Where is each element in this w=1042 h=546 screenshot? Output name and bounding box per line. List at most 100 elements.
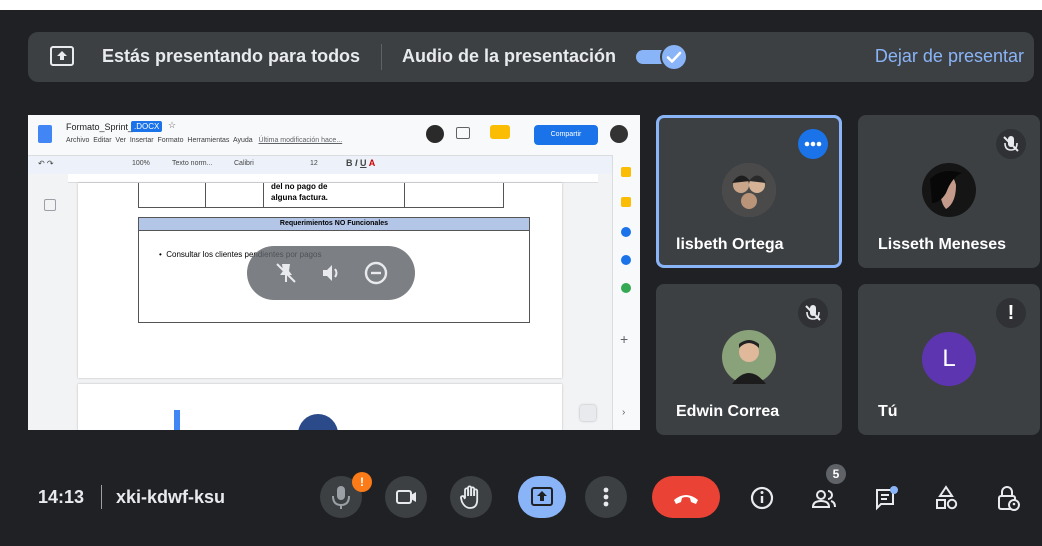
doc-extension-badge: .DOCX <box>131 121 163 132</box>
table-line <box>205 183 206 207</box>
calendar-icon <box>621 227 631 237</box>
participant-name: Lisseth Meneses <box>878 236 1007 253</box>
shared-screen: Formato_Sprint_1 .DOCX ☆ Archivo Editar … <box>28 115 640 430</box>
camera-button[interactable] <box>385 476 427 518</box>
mic-off-indicator <box>996 129 1026 159</box>
presenting-banner: Estás presentando para todos Audio de la… <box>28 32 1034 82</box>
unpin-icon[interactable] <box>273 260 299 286</box>
share-label: Compartir <box>550 131 582 138</box>
activities-icon <box>936 485 958 510</box>
avatar <box>722 163 776 217</box>
menu-ver: Ver <box>115 137 126 144</box>
stop-presenting-button[interactable]: Dejar de presentar <box>875 46 1024 67</box>
avatar-photo <box>722 330 776 384</box>
font-size-value: 12 <box>310 160 318 167</box>
menu-editar: Editar <box>93 137 112 144</box>
doc-side-panel: + › <box>612 155 640 430</box>
audio-toggle[interactable] <box>636 45 686 69</box>
keep-icon <box>621 167 631 177</box>
avatar-initial: L <box>942 345 956 372</box>
meeting-code: xki-kdwf-ksu <box>116 487 226 507</box>
hand-icon <box>460 485 479 509</box>
doc-share-button: Compartir <box>534 125 598 145</box>
cell-line-2: alguna factura. <box>271 193 328 202</box>
leave-call-button[interactable] <box>652 476 720 518</box>
explore-icon <box>580 405 596 421</box>
participant-tile-lisbeth[interactable]: lisbeth Ortega <box>656 115 842 268</box>
last-modified-link: Última modificación hace... <box>258 137 343 144</box>
contacts-icon <box>621 255 631 265</box>
star-icon: ☆ <box>168 120 177 130</box>
more-options-button[interactable] <box>798 129 828 159</box>
table-cell-text: del no pago de alguna factura. <box>271 181 328 203</box>
avatar: L <box>922 332 976 386</box>
doc-page-2 <box>78 384 562 430</box>
nf-header: Requerimientos NO Funcionales <box>138 217 530 231</box>
audio-label: Audio de la presentación <box>402 46 617 66</box>
raise-hand-button[interactable] <box>450 476 492 518</box>
undo-icon: ↶ ↷ <box>38 159 54 168</box>
font-value: Calibri <box>234 160 254 167</box>
tasks-icon <box>621 197 631 207</box>
participant-tile-self[interactable]: ! L Tú <box>858 284 1040 435</box>
time-divider <box>101 485 102 509</box>
avatar-photo <box>922 163 976 217</box>
participants-count-badge: 5 <box>826 464 846 484</box>
lock-person-icon <box>998 486 1020 511</box>
volume-icon <box>323 265 338 281</box>
more-horizontal-icon <box>804 141 822 147</box>
host-controls-button[interactable] <box>988 478 1028 518</box>
present-now-button[interactable] <box>518 476 566 518</box>
table-line <box>404 183 405 207</box>
remove-from-call-icon[interactable] <box>363 260 389 286</box>
menu-formato: Formato <box>157 137 184 144</box>
doc-title-bar: Formato_Sprint_1 .DOCX ☆ Archivo Editar … <box>28 115 640 155</box>
chat-icon <box>876 486 898 511</box>
alert-indicator[interactable]: ! <box>996 298 1026 328</box>
mic-alert-badge: ! <box>352 472 372 492</box>
alert-icon: ! <box>1007 302 1015 324</box>
table-line <box>263 183 264 207</box>
nf-table: Requerimientos NO Funcionales • Consulta… <box>138 217 530 389</box>
image-fragment-circle <box>298 414 338 430</box>
more-options-menu-button[interactable] <box>585 476 627 518</box>
menu-insertar: Insertar <box>129 137 154 144</box>
participant-name: Tú <box>878 403 898 420</box>
menu-ayuda: Ayuda <box>232 137 253 144</box>
participant-tile-edwin[interactable]: Edwin Correa <box>656 284 842 435</box>
chat-button[interactable] <box>866 478 906 518</box>
top-edge <box>0 0 1042 10</box>
mic-off-indicator <box>798 298 828 328</box>
hang-up-icon <box>674 495 698 504</box>
zoom-value: 100% <box>132 160 150 167</box>
avatar <box>922 163 976 217</box>
doc-table-fragment: del no pago de alguna factura. <box>138 181 504 208</box>
doc-toolbar: ↶ ↷ 100% Texto norm... Calibri 12 B I U … <box>28 155 624 174</box>
camera-icon <box>396 490 416 504</box>
menu-herramientas: Herramientas <box>187 137 230 144</box>
doc-user-avatar <box>610 125 628 143</box>
meeting-details-button[interactable] <box>742 478 782 518</box>
presenting-text: Estás presentando para todos <box>102 46 361 66</box>
menu-archivo: Archivo <box>66 137 90 144</box>
participants-button[interactable] <box>804 478 844 518</box>
avatar <box>722 330 776 384</box>
format-icons: B I U A <box>346 158 376 168</box>
activities-button[interactable] <box>926 478 966 518</box>
outline-icon <box>44 199 56 211</box>
doc-ruler <box>68 174 598 183</box>
mic-off-icon <box>1003 136 1019 152</box>
present-screen-icon <box>50 46 74 66</box>
style-value: Texto norm... <box>172 160 213 167</box>
check-icon <box>666 51 682 63</box>
participant-tile-lisseth[interactable]: Lisseth Meneses <box>858 115 1040 268</box>
info-icon <box>750 486 774 510</box>
participant-name: Edwin Correa <box>676 403 780 420</box>
tile-hover-controls <box>247 246 415 300</box>
banner-divider <box>381 44 382 70</box>
present-icon <box>531 487 553 506</box>
avatar-photo <box>722 163 776 217</box>
cell-line-1: del no pago de <box>271 182 328 191</box>
mic-off-icon <box>805 305 821 321</box>
people-icon <box>811 490 836 508</box>
